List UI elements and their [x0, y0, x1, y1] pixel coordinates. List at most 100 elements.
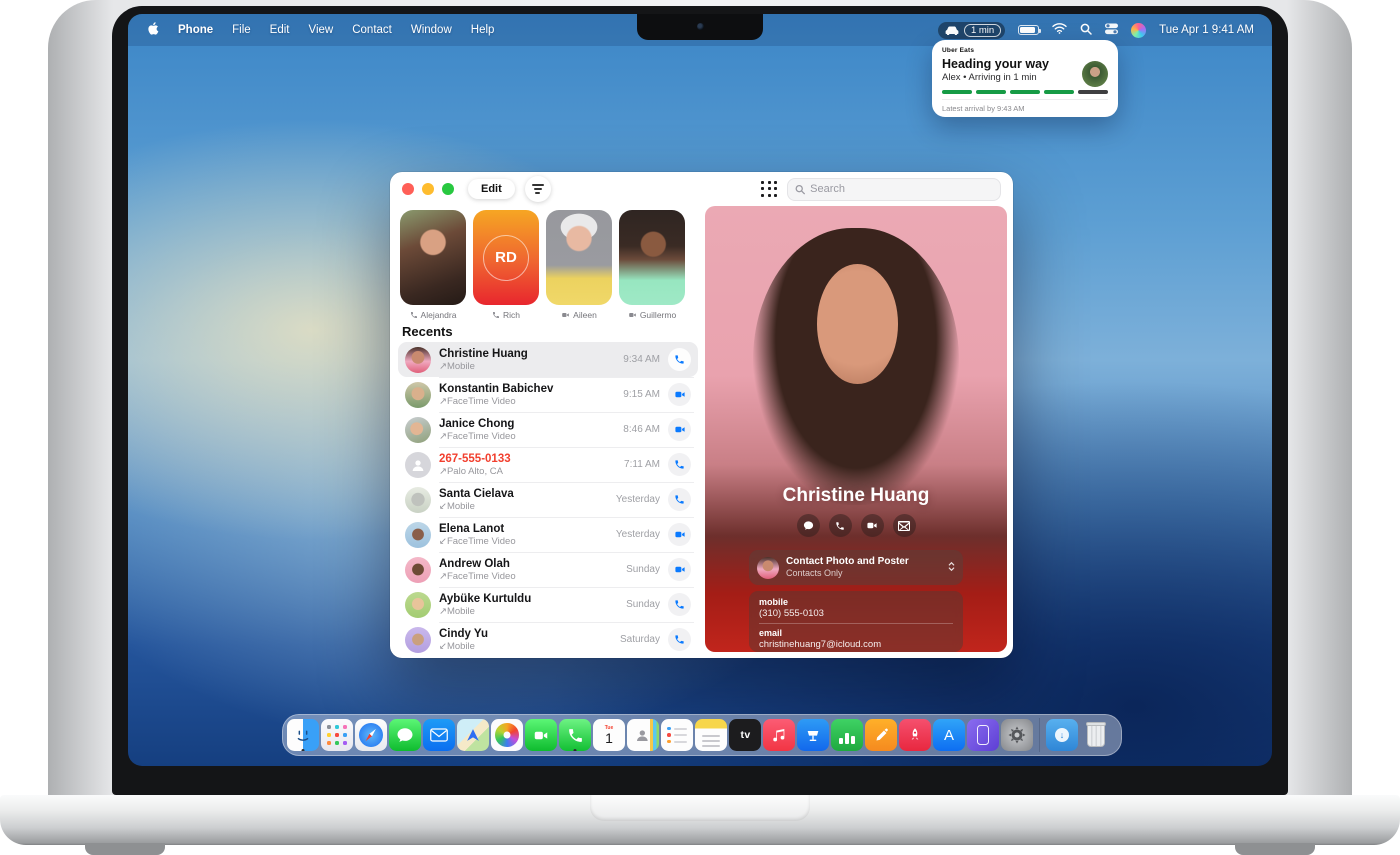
contact-poster-selector[interactable]: Contact Photo and Poster Contacts Only [749, 550, 963, 585]
apple-menu-icon[interactable] [146, 21, 159, 39]
menu-item-view[interactable]: View [309, 24, 334, 36]
recent-row-janice-chong[interactable]: Janice Chong↗FaceTime Video 8:46 AM [398, 412, 698, 447]
siri-icon[interactable] [1131, 23, 1146, 38]
menu-item-help[interactable]: Help [471, 24, 495, 36]
menu-item-edit[interactable]: Edit [270, 24, 290, 36]
search-input[interactable] [810, 183, 993, 195]
menu-item-file[interactable]: File [232, 24, 251, 36]
contact-photo [817, 264, 899, 384]
avatar [405, 452, 431, 478]
call-button[interactable] [668, 593, 691, 616]
call-button[interactable] [668, 488, 691, 511]
mobile-value[interactable]: (310) 555-0103 [759, 608, 953, 619]
system-settings-icon[interactable] [1001, 719, 1033, 751]
music-icon[interactable] [763, 719, 795, 751]
maps-icon[interactable] [457, 719, 489, 751]
avatar [405, 522, 431, 548]
zoom-button[interactable] [442, 183, 454, 195]
video-icon [532, 728, 550, 743]
video-call-button[interactable] [861, 514, 884, 537]
recent-row-konstantin-babichev[interactable]: Konstantin Babichev↗FaceTime Video 9:15 … [398, 377, 698, 412]
avatar [405, 627, 431, 653]
video-call-button[interactable] [668, 523, 691, 546]
recent-row-aybuke-kurtuldu[interactable]: Aybüke Kurtuldu↗Mobile Sunday [398, 587, 698, 622]
search-field[interactable] [787, 178, 1001, 201]
pages-icon[interactable] [865, 719, 897, 751]
downloads-folder-icon[interactable]: ↓ [1046, 719, 1078, 751]
email-value[interactable]: christinehuang7@icloud.com [759, 639, 953, 650]
call-button[interactable] [829, 514, 852, 537]
minimize-button[interactable] [422, 183, 434, 195]
favorite-alejandra[interactable]: Alejandra [400, 210, 466, 320]
iphone-mirroring-icon[interactable] [967, 719, 999, 751]
recent-row-christine-huang[interactable]: Christine Huang↗Mobile 9:34 AM [398, 342, 698, 377]
trash-bin [1087, 724, 1105, 747]
photos-icon[interactable] [491, 719, 523, 751]
caller-name: Konstantin Babichev [439, 383, 553, 395]
call-time: 8:46 AM [623, 424, 660, 435]
reminders-icon[interactable] [661, 719, 693, 751]
safari-icon[interactable] [355, 719, 387, 751]
ride-live-activity[interactable]: 1 min [938, 22, 1005, 39]
filter-button[interactable] [525, 176, 551, 202]
wifi-icon[interactable] [1052, 23, 1067, 37]
numbers-icon[interactable] [831, 719, 863, 751]
mobile-label: mobile [759, 597, 953, 607]
mail-button[interactable] [893, 514, 916, 537]
trash-icon[interactable] [1080, 719, 1112, 751]
favorite-guillermo[interactable]: Guillermo [619, 210, 685, 320]
video-icon [866, 520, 878, 531]
compass-needle [365, 728, 378, 743]
recent-row-elena-lanot[interactable]: Elena Lanot↙FaceTime Video Yesterday [398, 517, 698, 552]
menu-bar-clock[interactable]: Tue Apr 1 9:41 AM [1159, 24, 1254, 36]
phone-icon [567, 727, 584, 744]
favorite-aileen[interactable]: Aileen [546, 210, 612, 320]
favorite-name: Alejandra [421, 310, 457, 320]
control-center-icon[interactable] [1105, 23, 1118, 38]
call-button[interactable] [668, 453, 691, 476]
gear-icon [1007, 725, 1027, 745]
appstore-letter: A [944, 727, 954, 744]
video-icon [628, 311, 637, 319]
call-button[interactable] [668, 628, 691, 651]
call-button[interactable] [668, 348, 691, 371]
keypad-button[interactable] [761, 181, 778, 198]
video-call-button[interactable] [668, 558, 691, 581]
call-time: Sunday [626, 599, 660, 610]
phone-app-icon[interactable] [559, 719, 591, 751]
recent-row-andrew-olah[interactable]: Andrew Olah↗FaceTime Video Sunday [398, 552, 698, 587]
edit-button[interactable]: Edit [468, 179, 515, 199]
contacts-icon[interactable] [627, 719, 659, 751]
menu-item-contact[interactable]: Contact [352, 24, 392, 36]
poster-subtitle: Contacts Only [786, 568, 909, 579]
launchpad-icon[interactable] [321, 719, 353, 751]
recent-row-unknown-number[interactable]: 267-555-0133↗Palo Alto, CA 7:11 AM [398, 447, 698, 482]
calendar-icon[interactable]: Tue 1 [593, 719, 625, 751]
search-icon[interactable] [1080, 23, 1092, 38]
notes-icon[interactable] [695, 719, 727, 751]
facetime-icon[interactable] [525, 719, 557, 751]
rocket-icon[interactable] [899, 719, 931, 751]
favorite-name: Aileen [573, 310, 597, 320]
messages-icon[interactable] [389, 719, 421, 751]
close-button[interactable] [402, 183, 414, 195]
call-type: ↗FaceTime Video [439, 396, 553, 407]
finder-icon[interactable] [287, 719, 319, 751]
video-call-button[interactable] [668, 383, 691, 406]
video-icon [674, 424, 686, 435]
apple-tv-icon[interactable]: tv [729, 719, 761, 751]
widget-app-name: Uber Eats [942, 47, 1108, 54]
favorite-rich[interactable]: RD Rich [473, 210, 539, 320]
uber-eats-live-activity[interactable]: Uber Eats Heading your way Alex • Arrivi… [932, 40, 1118, 117]
keynote-icon[interactable] [797, 719, 829, 751]
mail-icon[interactable] [423, 719, 455, 751]
video-call-button[interactable] [668, 418, 691, 441]
recent-row-santa-cielava[interactable]: Santa Cielava↙Mobile Yesterday [398, 482, 698, 517]
menu-item-phone[interactable]: Phone [178, 24, 213, 36]
app-store-icon[interactable]: A [933, 719, 965, 751]
battery-icon[interactable] [1018, 25, 1039, 35]
message-button[interactable] [797, 514, 820, 537]
phone-icon [410, 311, 418, 319]
menu-item-window[interactable]: Window [411, 24, 452, 36]
recent-row-cindy-yu[interactable]: Cindy Yu↙Mobile Saturday [398, 622, 698, 657]
